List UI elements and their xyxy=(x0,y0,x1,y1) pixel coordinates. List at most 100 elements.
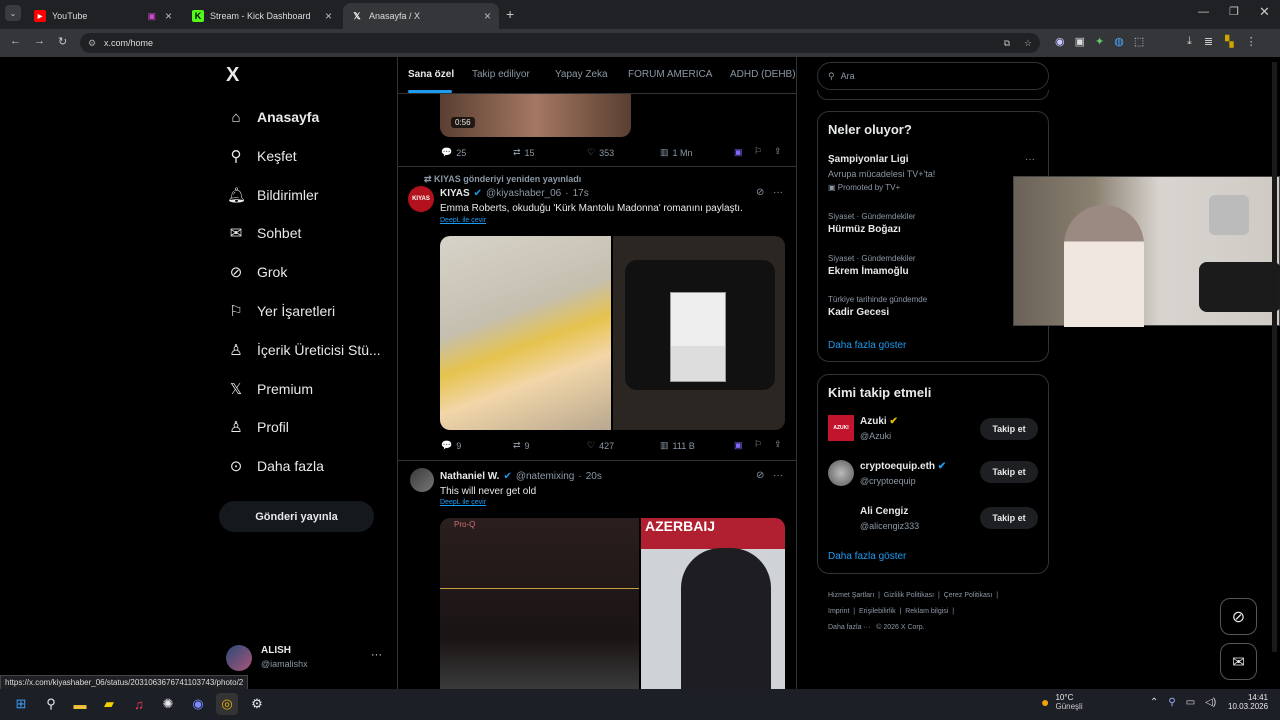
nav-item[interactable]: ✉ Sohbet xyxy=(227,221,302,245)
author-name[interactable]: Nathaniel W. xyxy=(440,471,499,482)
like-button[interactable]: ♡ 427 xyxy=(587,440,614,451)
window-close-button[interactable]: ✕ xyxy=(1259,4,1270,20)
search-icon[interactable]: ⚲ xyxy=(40,693,62,715)
author-handle[interactable]: @kiyashaber_06 xyxy=(486,188,561,199)
scrollbar[interactable] xyxy=(1272,62,1277,652)
nav-item[interactable]: ⌂ Anasayfa xyxy=(227,105,319,129)
tab-search-icon[interactable]: ⌄ xyxy=(5,5,21,21)
more-icon[interactable]: ··· xyxy=(773,187,783,198)
maximize-button[interactable]: ❐ xyxy=(1229,5,1239,18)
trend-item[interactable]: Türkiye tarihinde gündemde Kadir Gecesi xyxy=(828,295,927,318)
site-info-icon[interactable]: ⚙ xyxy=(88,38,96,49)
translate-link[interactable]: DeepL ile çevir xyxy=(440,499,486,506)
nav-item[interactable]: ⊘ Grok xyxy=(227,260,288,284)
footer-link[interactable]: Daha fazla ··· xyxy=(828,624,870,631)
star-icon[interactable]: ☆ xyxy=(1024,38,1032,49)
extension-icon[interactable]: ✦ xyxy=(1095,35,1104,48)
nav-item[interactable]: 🔔︎ Bildirimler xyxy=(227,183,318,207)
volume-icon[interactable]: ◁) xyxy=(1205,697,1216,708)
x-logo-icon[interactable]: X xyxy=(226,64,239,87)
views-button[interactable]: ▥ 111 B xyxy=(660,440,695,451)
sticky-notes-icon[interactable]: ▰ xyxy=(98,693,120,715)
follow-button[interactable]: Takip et xyxy=(980,418,1038,440)
author-name[interactable]: KIYAS xyxy=(440,188,470,199)
install-icon[interactable]: ⧉ xyxy=(1004,38,1010,49)
forward-button[interactable]: → xyxy=(34,35,45,47)
share-icon[interactable]: ⇪ xyxy=(774,439,782,450)
footer-link[interactable]: Hizmet Şartları xyxy=(828,592,874,599)
footer-link[interactable]: Reklam bilgisi xyxy=(905,608,948,615)
share-icon[interactable]: ⇪ xyxy=(774,146,782,157)
tab-x[interactable]: 𝕏 Anasayfa / X × xyxy=(343,3,499,29)
more-icon[interactable]: ··· xyxy=(1025,154,1035,165)
more-icon[interactable]: ··· xyxy=(371,649,382,661)
nav-item[interactable]: 𝕏 Premium xyxy=(227,377,313,401)
network-icon[interactable]: ▭ xyxy=(1186,697,1195,708)
media-icon[interactable]: ≣ xyxy=(1204,35,1213,48)
nav-item[interactable]: ⚲ Keşfet xyxy=(227,144,297,168)
video-thumbnail[interactable] xyxy=(440,94,631,137)
file-explorer-icon[interactable]: ▬ xyxy=(69,693,91,715)
footer-link[interactable]: Çerez Politikası xyxy=(944,592,993,599)
clock[interactable]: 14:41 10.03.2026 xyxy=(1228,693,1268,711)
trend-item[interactable]: Siyaset · Gündemdekiler Ekrem İmamoğlu xyxy=(828,254,916,277)
trend-item[interactable]: Şampiyonlar Ligi Avrupa mücadelesi TV+'t… xyxy=(828,154,1043,196)
menu-icon[interactable]: ⋮ xyxy=(1246,35,1257,48)
nav-item[interactable]: ♙ İçerik Üreticisi Stü... xyxy=(227,338,380,362)
messages-float-button[interactable]: ✉ xyxy=(1220,643,1257,680)
chrome-icon[interactable]: ◎ xyxy=(216,693,238,715)
close-icon[interactable]: × xyxy=(484,9,491,23)
tab-adhd[interactable]: ADHD (DEHB) xyxy=(730,69,796,80)
footer-link[interactable]: Imprint xyxy=(828,608,849,615)
tab-youtube[interactable]: ▶ YouTube ▣ × xyxy=(26,3,180,29)
chatgpt-icon[interactable]: ✺ xyxy=(157,693,179,715)
follow-button[interactable]: Takip et xyxy=(980,507,1038,529)
start-icon[interactable]: ⊞ xyxy=(10,693,32,715)
mic-icon[interactable]: ⚲ xyxy=(1168,697,1175,708)
nav-item[interactable]: ⊙ Daha fazla xyxy=(227,454,324,478)
close-icon[interactable]: × xyxy=(325,9,332,23)
weather-widget[interactable]: ● 10°C Güneşli xyxy=(1041,693,1083,711)
extension-icon[interactable]: ▣ xyxy=(1075,35,1085,48)
show-more-trends[interactable]: Daha fazla göster xyxy=(828,340,906,351)
back-button[interactable]: ← xyxy=(10,35,21,47)
bookmark-icon[interactable]: ⚐ xyxy=(754,146,762,157)
music-icon[interactable]: ♫ xyxy=(128,693,150,715)
repost-button[interactable]: ⇄ 9 xyxy=(513,440,530,451)
tab-kick[interactable]: K Stream - Kick Dashboard × xyxy=(184,3,340,29)
grok-icon[interactable]: ⊘ xyxy=(756,470,764,481)
reply-button[interactable]: 💬 9 xyxy=(441,440,461,451)
discord-icon[interactable]: ◉ xyxy=(187,693,209,715)
profile-icon[interactable]: ▚ xyxy=(1225,35,1233,48)
extension-icon[interactable]: ◍ xyxy=(1114,35,1124,48)
tab-forum-america[interactable]: FORUM AMERICA xyxy=(628,69,712,80)
views-button[interactable]: ▥ 1 Mn xyxy=(660,147,693,158)
grok-icon[interactable]: ⊘ xyxy=(756,187,764,198)
follow-suggestion[interactable]: cryptoequip.eth ✔ @cryptoequip Takip et xyxy=(828,459,1043,489)
follow-suggestion[interactable]: AZUKI Azuki ✔ @Azuki Takip et xyxy=(828,414,1043,444)
puzzle-icon[interactable]: ⬚ xyxy=(1134,35,1144,48)
post-image-left[interactable]: Pro-Q xyxy=(440,518,639,689)
chevron-up-icon[interactable]: ⌃ xyxy=(1150,697,1158,708)
trend-item[interactable]: Siyaset · Gündemdekiler Hürmüz Boğazı xyxy=(828,212,916,235)
avatar[interactable] xyxy=(410,468,434,492)
account-switcher[interactable]: ALISH @iamalishx ··· xyxy=(226,643,386,675)
grok-bookmark-icon[interactable]: ▣ xyxy=(734,440,743,451)
more-icon[interactable]: ··· xyxy=(773,470,783,481)
discord-extension-icon[interactable]: ◉ xyxy=(1055,35,1065,48)
bookmark-icon[interactable]: ⚐ xyxy=(754,439,762,450)
post-image-right[interactable]: AZERBAIJ xyxy=(641,518,785,689)
tab-following[interactable]: Takip ediliyor xyxy=(472,69,530,80)
reply-button[interactable]: 💬 25 xyxy=(441,147,466,158)
tab-ai[interactable]: Yapay Zeka xyxy=(555,69,608,80)
download-icon[interactable]: ⤓ xyxy=(1187,35,1192,48)
follow-suggestion[interactable]: Ali Cengiz @alicengiz333 Takip et xyxy=(828,504,1043,534)
grok-float-button[interactable]: ⊘ xyxy=(1220,598,1257,635)
footer-link[interactable]: Erişilebilirlik xyxy=(859,608,896,615)
app-icon[interactable]: ⚙ xyxy=(246,693,268,715)
post-image-left[interactable] xyxy=(440,236,611,430)
show-more-follow[interactable]: Daha fazla göster xyxy=(828,551,906,562)
post-time[interactable]: 17s xyxy=(573,188,589,199)
avatar[interactable]: KIYAS xyxy=(408,186,434,212)
post-time[interactable]: 20s xyxy=(586,471,602,482)
